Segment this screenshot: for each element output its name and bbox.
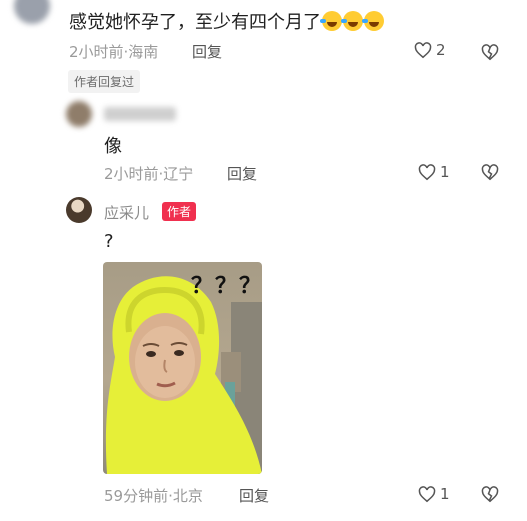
like-button[interactable]: 1 <box>418 163 450 181</box>
sticker-image[interactable]: ？？？ <box>103 262 262 474</box>
like-button[interactable]: 2 <box>414 41 446 59</box>
reply-button[interactable]: 回复 <box>227 163 257 184</box>
reply-text: ? <box>104 231 114 252</box>
author-badge: 作者 <box>162 202 197 221</box>
username-redacted[interactable] <box>104 107 176 121</box>
avatar[interactable] <box>66 197 92 223</box>
heart-icon <box>418 163 436 180</box>
sticker-caption: ？？？ <box>191 274 262 299</box>
avatar[interactable] <box>66 101 92 127</box>
heart-icon <box>418 485 436 502</box>
like-button[interactable]: 1 <box>418 485 450 503</box>
reply-meta: 2小时前·辽宁 <box>104 165 194 183</box>
reply-button[interactable]: 回复 <box>239 485 269 506</box>
broken-heart-icon[interactable] <box>481 44 499 61</box>
laugh-cry-emoji <box>362 11 384 31</box>
reply-meta: 59分钟前·北京 <box>104 487 203 505</box>
laugh-cry-emoji <box>320 11 342 31</box>
avatar[interactable] <box>14 0 50 24</box>
like-count: 1 <box>440 163 450 181</box>
comment-text: 感觉她怀孕了，至少有四个月了 <box>69 8 384 34</box>
username[interactable]: 应采儿 <box>104 202 149 223</box>
comment-meta: 2小时前·海南 <box>69 43 159 61</box>
like-count: 2 <box>436 41 446 59</box>
reply-text: 像 <box>104 136 122 157</box>
laugh-cry-emoji <box>341 11 363 31</box>
like-count: 1 <box>440 485 450 503</box>
broken-heart-icon[interactable] <box>481 164 499 181</box>
broken-heart-icon[interactable] <box>481 486 499 503</box>
heart-icon <box>414 41 432 58</box>
author-replied-tag: 作者回复过 <box>68 70 141 93</box>
reply-button[interactable]: 回复 <box>192 41 222 62</box>
